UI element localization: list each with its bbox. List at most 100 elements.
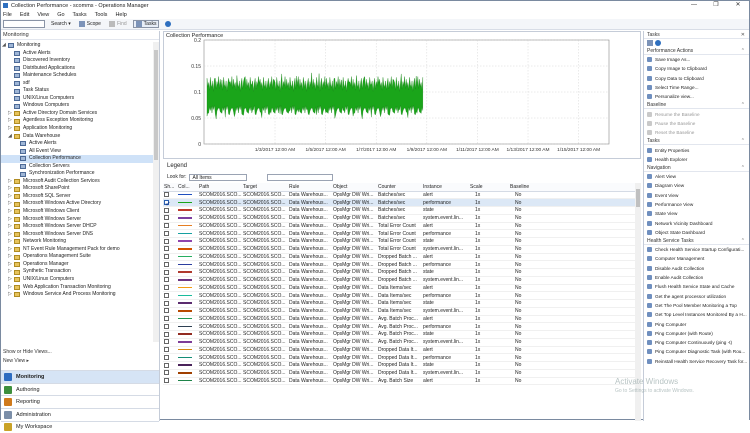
show-checkbox[interactable] xyxy=(164,199,170,206)
task-section-header[interactable]: Tasks ⌃ xyxy=(644,137,749,146)
task-item[interactable]: Entity Properties xyxy=(644,145,749,154)
table-row[interactable]: SCOM2016.SCO... SCOM2016.SCO... Data Wareh… xyxy=(163,346,635,355)
column-header[interactable]: Target xyxy=(242,183,288,192)
nav-item[interactable]: Maintenance Schedules xyxy=(1,72,153,80)
table-row[interactable]: SCOM2016.SCO... SCOM2016.SCO... Data Wareh… xyxy=(163,191,635,200)
search-input[interactable] xyxy=(3,20,45,28)
menu-file[interactable]: File xyxy=(3,12,12,18)
nav-item[interactable]: Distributed Applications xyxy=(1,65,153,73)
table-row[interactable]: SCOM2016.SCO... SCOM2016.SCO... Data Wareh… xyxy=(163,361,635,370)
table-row[interactable]: SCOM2016.SCO... SCOM2016.SCO... Data Wareh… xyxy=(163,198,635,207)
table-row[interactable]: SCOM2016.SCO... SCOM2016.SCO... Data Wareh… xyxy=(163,307,635,316)
column-header[interactable]: Object xyxy=(332,183,377,192)
show-checkbox[interactable] xyxy=(164,378,169,384)
show-checkbox[interactable] xyxy=(164,246,169,252)
maximize-button[interactable]: ❐ xyxy=(705,1,727,10)
show-checkbox[interactable] xyxy=(164,285,169,291)
task-item[interactable]: Diagram View xyxy=(644,181,749,190)
nav-item[interactable]: ▷ Operations Management Suite xyxy=(1,253,153,261)
task-item[interactable]: Select Time Range... xyxy=(644,83,749,92)
nav-item[interactable]: ▷ Microsoft Windows Client xyxy=(1,208,153,216)
task-item[interactable]: Computer Management xyxy=(644,254,749,263)
show-checkbox[interactable] xyxy=(164,261,169,267)
task-item[interactable]: Ping Computer Continuously (ping -t) xyxy=(644,338,749,347)
nav-item[interactable]: Collection Servers xyxy=(1,163,153,171)
task-item[interactable]: Personalize view... xyxy=(644,92,749,101)
task-item[interactable]: Get Top Level Instances Monitored By a H… xyxy=(644,310,749,319)
table-row[interactable]: SCOM2016.SCO... SCOM2016.SCO... Data Wareh… xyxy=(163,299,635,308)
show-checkbox[interactable] xyxy=(164,300,169,306)
collapse-icon[interactable]: ⌃ xyxy=(741,164,745,172)
nav-item[interactable]: Windows Computers xyxy=(1,102,153,110)
scroll-thumb[interactable] xyxy=(636,189,640,207)
collapse-icon[interactable]: ⌃ xyxy=(741,137,745,145)
tasks-toggle-button[interactable]: Tasks xyxy=(132,20,160,28)
show-checkbox[interactable] xyxy=(164,223,169,229)
menu-tasks[interactable]: Tasks xyxy=(73,12,87,18)
table-row[interactable]: SCOM2016.SCO... SCOM2016.SCO... Data Wareh… xyxy=(163,222,635,231)
task-item[interactable]: Copy Data to Clipboard xyxy=(644,74,749,83)
table-row[interactable]: SCOM2016.SCO... SCOM2016.SCO... Data Wareh… xyxy=(163,253,635,262)
column-header[interactable]: Instance xyxy=(422,183,469,192)
nav-item[interactable]: ◢ Data Warehouse xyxy=(1,133,153,141)
column-header[interactable]: Sh... xyxy=(163,183,177,192)
collapse-icon[interactable]: ⌃ xyxy=(741,47,745,55)
nav-item[interactable]: All Event View xyxy=(1,148,153,156)
nav-item[interactable]: ▷ Microsoft Audit Collection Services xyxy=(1,178,153,186)
task-item[interactable]: Alert View xyxy=(644,172,749,181)
scroll-thumb[interactable] xyxy=(154,50,158,160)
table-row[interactable]: SCOM2016.SCO... SCOM2016.SCO... Data Wareh… xyxy=(163,237,635,246)
table-row[interactable]: SCOM2016.SCO... SCOM2016.SCO... Data Wareh… xyxy=(163,284,635,293)
task-item[interactable]: Get The Pool Member Monitoring a Top xyxy=(644,301,749,310)
task-item[interactable]: Network Vicinity Dashboard xyxy=(644,218,749,227)
task-item[interactable]: Ping Computer xyxy=(644,319,749,328)
menu-edit[interactable]: Edit xyxy=(20,12,29,18)
column-header[interactable]: Scale xyxy=(469,183,509,192)
task-item[interactable]: Health Explorer xyxy=(644,155,749,164)
new-view-link[interactable]: New View ▸ xyxy=(3,358,29,364)
task-section-header[interactable]: Navigation ⌃ xyxy=(644,164,749,172)
wunderbar-my-workspace[interactable]: My Workspace xyxy=(1,420,159,433)
show-checkbox[interactable] xyxy=(164,370,169,376)
task-item[interactable]: Enable Audit Collection xyxy=(644,273,749,282)
table-row[interactable]: SCOM2016.SCO... SCOM2016.SCO... Data Wareh… xyxy=(163,206,635,215)
task-item[interactable]: Performance View xyxy=(644,200,749,209)
nav-item[interactable]: ▷ Microsoft SQL Server xyxy=(1,193,153,201)
close-button[interactable]: ✕ xyxy=(727,1,749,10)
nav-item[interactable]: ▷ Web Application Transaction Monitoring xyxy=(1,284,153,292)
scope-button[interactable]: Scope xyxy=(77,20,103,28)
task-item[interactable]: Object State Dashboard xyxy=(644,228,749,237)
show-checkbox[interactable] xyxy=(164,323,169,329)
close-icon[interactable]: ✕ xyxy=(741,31,745,39)
look-for-dropdown[interactable]: All Items xyxy=(189,173,248,181)
nav-item[interactable]: ▷ Microsoft Windows Server DNS xyxy=(1,231,153,239)
wunderbar-authoring[interactable]: Authoring xyxy=(1,382,159,396)
show-checkbox[interactable] xyxy=(164,292,169,298)
search-button[interactable]: Search ▾ xyxy=(49,20,73,28)
table-row[interactable]: SCOM2016.SCO... SCOM2016.SCO... Data Wareh… xyxy=(163,315,635,324)
table-row[interactable]: SCOM2016.SCO... SCOM2016.SCO... Data Wareh… xyxy=(163,353,635,362)
table-row[interactable]: SCOM2016.SCO... SCOM2016.SCO... Data Wareh… xyxy=(163,377,635,386)
nav-item[interactable]: Active Alerts xyxy=(1,50,153,58)
column-header[interactable]: Path xyxy=(198,183,242,192)
menu-view[interactable]: View xyxy=(37,12,49,18)
show-checkbox[interactable] xyxy=(164,207,169,213)
nav-item[interactable]: ▷ Microsoft Windows Server xyxy=(1,216,153,224)
table-row[interactable]: SCOM2016.SCO... SCOM2016.SCO... Data Wareh… xyxy=(163,214,635,223)
show-checkbox[interactable] xyxy=(164,192,169,198)
show-hide-views-link[interactable]: Show or Hide Views... xyxy=(3,349,52,355)
nav-item[interactable]: ◢ Monitoring xyxy=(1,42,153,50)
nav-item[interactable]: Task Status xyxy=(1,87,153,95)
column-header[interactable]: Baseline xyxy=(509,183,635,192)
show-checkbox[interactable] xyxy=(164,254,169,260)
wunderbar-administration[interactable]: Administration xyxy=(1,407,159,421)
menu-tools[interactable]: Tools xyxy=(95,12,108,18)
show-checkbox[interactable] xyxy=(164,347,169,353)
task-item[interactable]: Copy Image to Clipboard xyxy=(644,64,749,73)
nav-item[interactable]: Synchronization Performance xyxy=(1,170,153,178)
nav-item[interactable]: Active Alerts xyxy=(1,140,153,148)
menu-go[interactable]: Go xyxy=(57,12,64,18)
nav-item[interactable]: ▷ Agentless Exception Monitoring xyxy=(1,117,153,125)
task-item[interactable]: Check Health Service Startup Configurati… xyxy=(644,245,749,254)
table-row[interactable]: SCOM2016.SCO... SCOM2016.SCO... Data Wareh… xyxy=(163,322,635,331)
